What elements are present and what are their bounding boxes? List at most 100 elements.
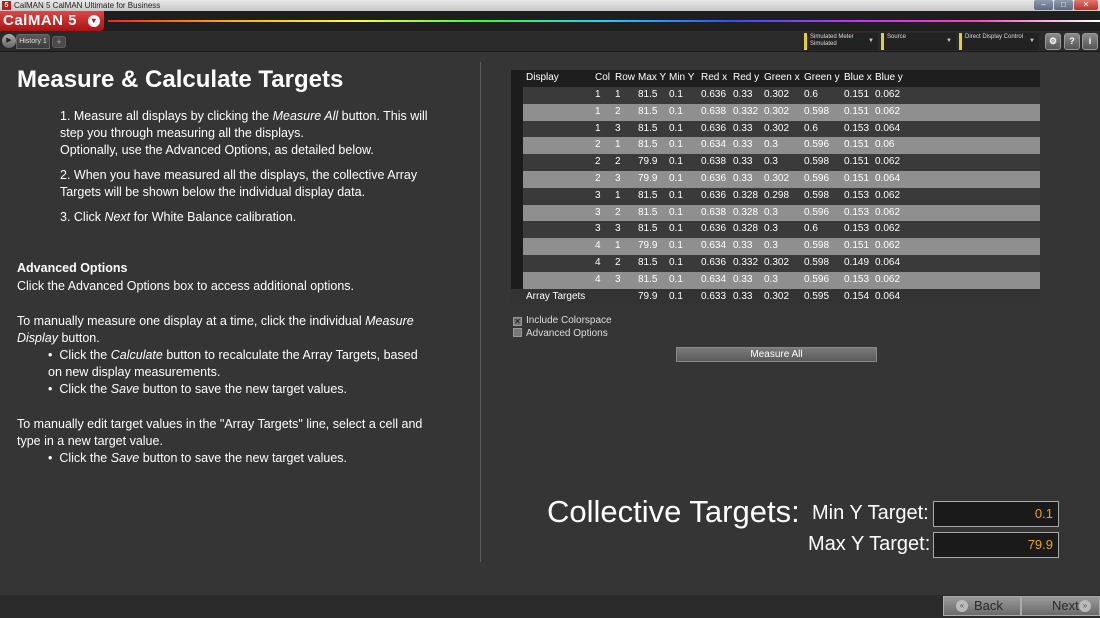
maximize-icon[interactable]: □	[1054, 0, 1073, 10]
row-header[interactable]	[511, 137, 523, 155]
cell-max-y: 79.9	[638, 240, 658, 252]
cell-blue-y: 0.062	[875, 223, 901, 235]
array-target-max-y[interactable]: 79.9	[638, 289, 657, 306]
help-icon[interactable]: ?	[1064, 33, 1080, 50]
cell-row: 3	[615, 122, 621, 134]
min-y-target-field[interactable]: 0.1	[933, 501, 1059, 527]
display-control-dropdown-label: Direct Display Control	[965, 34, 1024, 40]
col-header-green-y: Green y	[804, 72, 840, 83]
advanced-options-checkbox[interactable]: Advanced Options	[513, 328, 608, 340]
cell-max-y: 81.5	[638, 206, 658, 218]
array-target-red-y[interactable]: 0.33	[733, 289, 752, 306]
cell-green-y: 0.598	[804, 256, 830, 268]
advanced-options-heading: Advanced Options	[17, 261, 128, 275]
cell-row: 2	[615, 256, 621, 268]
col-header-col: Col	[595, 72, 611, 83]
measure-all-button[interactable]: Measure All	[676, 347, 877, 362]
cell-max-y: 81.5	[638, 189, 658, 201]
row-header[interactable]	[511, 120, 523, 138]
row-header[interactable]	[511, 103, 523, 121]
info-icon[interactable]: i	[1082, 33, 1098, 50]
close-icon[interactable]: ✕	[1074, 0, 1098, 10]
row-header[interactable]	[511, 221, 523, 239]
max-y-target-label: Max Y Target:	[808, 533, 931, 555]
gear-icon[interactable]: ⚙	[1045, 33, 1061, 50]
display-control-dropdown[interactable]: Direct Display Control ▼	[959, 33, 1039, 50]
cell-blue-x: 0.151	[844, 172, 870, 184]
back-button-label: Back	[974, 598, 1003, 613]
cell-green-y: 0.598	[804, 240, 830, 252]
pane-divider	[480, 62, 481, 562]
cell-red-y: 0.33	[733, 240, 753, 252]
cell-red-x: 0.636	[701, 172, 727, 184]
row-header[interactable]	[511, 254, 523, 272]
row-header[interactable]	[511, 170, 523, 188]
array-target-red-x[interactable]: 0.633	[701, 289, 726, 306]
table-row[interactable]: 4 1 79.9 0.1 0.634 0.33 0.3 0.598 0.151 0.062	[511, 238, 1040, 255]
array-target-green-y[interactable]: 0.595	[804, 289, 829, 306]
cell-row: 3	[615, 172, 621, 184]
manual-edit-text: To manually edit target values in the "A…	[17, 417, 423, 448]
table-row[interactable]: 3 2 81.5 0.1 0.638 0.328 0.3 0.596 0.153 0.062	[511, 204, 1040, 222]
back-button[interactable]: « Back	[943, 596, 1021, 616]
cell-red-y: 0.328	[733, 189, 759, 201]
next-button[interactable]: Next »	[1021, 596, 1100, 616]
row-header[interactable]	[511, 87, 523, 104]
cell-green-x: 0.302	[764, 105, 790, 117]
checkbox-unchecked-icon[interactable]	[513, 328, 522, 337]
cell-col: 4	[595, 256, 601, 268]
table-row[interactable]: 2 1 81.5 0.1 0.634 0.33 0.3 0.596 0.151 0.06	[511, 137, 1040, 155]
cell-blue-x: 0.149	[844, 256, 870, 268]
cell-col: 3	[595, 223, 601, 235]
table-row[interactable]: 1 3 81.5 0.1 0.636 0.33 0.302 0.6 0.153 0.064	[511, 120, 1040, 138]
minimize-icon[interactable]: –	[1034, 0, 1053, 10]
array-target-blue-x[interactable]: 0.154	[844, 289, 869, 306]
cell-green-y: 0.596	[804, 139, 830, 151]
cell-blue-y: 0.062	[875, 240, 901, 252]
row-header[interactable]	[511, 204, 523, 222]
row-header[interactable]	[511, 187, 523, 205]
meter-dropdown[interactable]: Simulated Meter Simulated ▼	[804, 33, 878, 50]
array-target-min-y[interactable]: 0.1	[669, 289, 683, 306]
table-row[interactable]: 3 3 81.5 0.1 0.636 0.328 0.3 0.6 0.153 0.062	[511, 221, 1040, 239]
row-header[interactable]	[511, 271, 523, 289]
cell-red-x: 0.638	[701, 206, 727, 218]
cell-red-y: 0.328	[733, 223, 759, 235]
row-header[interactable]	[511, 238, 523, 255]
array-targets-label: Array Targets	[526, 290, 586, 302]
array-target-green-x[interactable]: 0.302	[764, 289, 789, 306]
include-colorspace-checkbox[interactable]: ✕ Include Colorspace	[513, 315, 612, 327]
table-row[interactable]: 4 2 81.5 0.1 0.636 0.332 0.302 0.598 0.149 0.064	[511, 254, 1040, 272]
cell-blue-x: 0.151	[844, 105, 870, 117]
cell-row: 2	[615, 206, 621, 218]
cell-col: 4	[595, 273, 601, 285]
table-row[interactable]: 2 3 79.9 0.1 0.636 0.33 0.302 0.596 0.151 0.064	[511, 170, 1040, 188]
max-y-target-field[interactable]: 79.9	[933, 532, 1059, 558]
calman-menu-button[interactable]: CalMAN 5 ▾	[0, 11, 104, 31]
array-target-blue-y[interactable]: 0.064	[875, 289, 900, 306]
cell-red-y: 0.332	[733, 256, 759, 268]
table-row[interactable]: 3 1 81.5 0.1 0.636 0.328 0.298 0.598 0.153 0.062	[511, 187, 1040, 205]
table-row[interactable]: 1 1 81.5 0.1 0.636 0.33 0.302 0.6 0.151 0.062	[511, 87, 1040, 104]
table-row[interactable]: 2 2 79.9 0.1 0.638 0.33 0.3 0.598 0.151 0.062	[511, 154, 1040, 171]
table-row[interactable]: 1 2 81.5 0.1 0.638 0.332 0.302 0.598 0.151 0.062	[511, 103, 1040, 121]
bullet-save-2: • Click the Save button to save the new …	[48, 451, 348, 465]
toolbar: ▶ History 1 + Simulated Meter Simulated …	[0, 31, 1100, 52]
cell-min-y: 0.1	[669, 89, 683, 100]
play-icon[interactable]: ▶	[2, 34, 16, 48]
window-title: CalMAN 5 CalMAN Ultimate for Business	[14, 1, 161, 10]
cell-red-x: 0.634	[701, 273, 727, 285]
table-row[interactable]: 4 3 81.5 0.1 0.634 0.33 0.3 0.596 0.153 0.062	[511, 271, 1040, 289]
cell-min-y: 0.1	[669, 256, 683, 268]
row-header[interactable]	[511, 154, 523, 171]
cell-red-y: 0.328	[733, 206, 759, 218]
add-tab-button[interactable]: +	[52, 36, 66, 48]
checkbox-checked-icon[interactable]: ✕	[513, 317, 522, 326]
cell-green-x: 0.3	[764, 156, 778, 168]
cell-max-y: 79.9	[638, 172, 658, 184]
cell-max-y: 81.5	[638, 89, 658, 100]
tab-history[interactable]: History 1	[16, 34, 50, 49]
cell-blue-x: 0.153	[844, 206, 870, 218]
source-dropdown[interactable]: Source ▼	[881, 33, 956, 50]
cell-col: 2	[595, 156, 601, 168]
